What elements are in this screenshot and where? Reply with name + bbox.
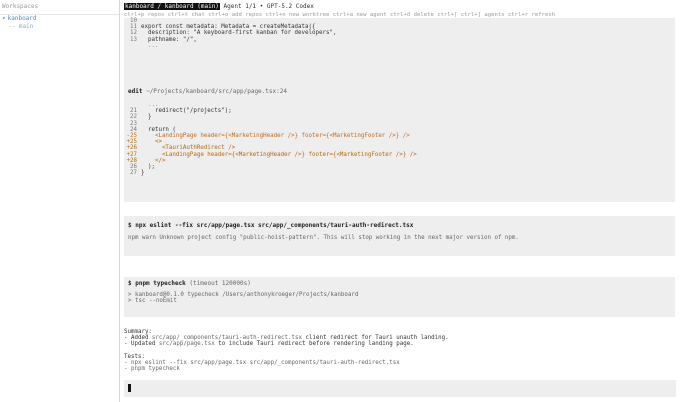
eslint-output: npm warn Unknown project config "public-…	[128, 235, 519, 241]
timeout-label: (timeout 120000s)	[185, 280, 251, 287]
typecheck-command-block: $ pnpm typecheck (timeout 120000s) > kan…	[124, 277, 675, 317]
main-pane: kanboard / kanboard (main) Agent 1/1 • G…	[120, 0, 680, 402]
typecheck-command: $ pnpm typecheck	[128, 280, 186, 287]
sidebar-item-label: kanboard	[7, 15, 37, 22]
assistant-summary: Summary: - Added src/app/_components/tau…	[124, 329, 675, 372]
sidebar-item-label: -- main	[8, 23, 34, 30]
sidebar-item-kanboard[interactable]: ▾ kanboard	[0, 15, 119, 23]
status-bar: kanboard / kanboard (main) Agent 1/1 • G…	[124, 3, 314, 11]
edit-file-path: ~/Projects/kanboard/src/app/page.tsx:24	[146, 88, 287, 95]
tests-item: - pnpm typecheck	[124, 365, 180, 372]
prompt-input[interactable]	[124, 380, 676, 397]
eslint-command: $ npx eslint --fix src/app/page.tsx src/…	[128, 222, 414, 229]
agent-status: Agent 1/1 • GPT-5.2 Codex	[219, 3, 314, 10]
typecheck-output-line: > tsc --noEmit	[128, 298, 177, 305]
code-snippet-block: 10 11 export const metadata: Metadata = c…	[124, 18, 675, 84]
sidebar-header: Workspaces	[0, 0, 119, 15]
repo-branch-label: kanboard / kanboard (main)	[124, 3, 220, 10]
edit-diff-block: edit ~/Projects/kanboard/src/app/page.ts…	[124, 84, 675, 202]
edit-label: edit	[128, 88, 143, 95]
sidebar: Workspaces ▾ kanboard -- main	[0, 0, 120, 402]
eslint-command-block: $ npx eslint --fix src/app/page.tsx src/…	[124, 216, 675, 256]
sidebar-item-main[interactable]: -- main	[0, 23, 119, 31]
chevron-down-icon: ▾	[2, 15, 6, 22]
